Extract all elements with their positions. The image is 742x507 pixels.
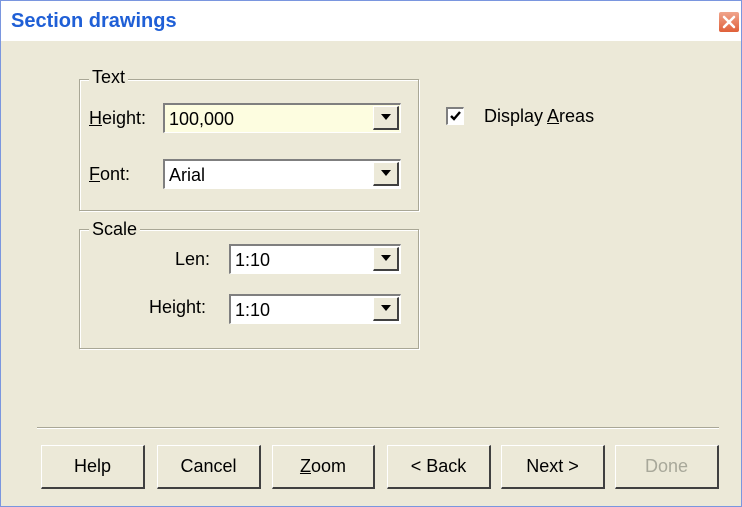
text-height-label-rest: eight: <box>102 108 147 128</box>
done-button[interactable]: Done <box>615 445 719 489</box>
scale-len-dropdown-button[interactable] <box>373 247 399 271</box>
chevron-down-icon <box>381 170 391 176</box>
window-title: Section drawings <box>11 10 177 32</box>
text-group-label: Text <box>89 67 129 87</box>
title-bar[interactable]: Section drawings <box>1 1 741 41</box>
text-height-label: Height: <box>89 107 146 129</box>
font-value[interactable]: Arial <box>169 164 205 186</box>
font-dropdown-button[interactable] <box>373 162 399 186</box>
scale-group-label: Scale <box>89 219 141 239</box>
text-height-value[interactable]: 100,000 <box>169 108 234 130</box>
scale-height-combo[interactable]: 1:10 <box>229 294 401 324</box>
scale-height-dropdown-button[interactable] <box>373 297 399 321</box>
scale-len-label: Len: <box>175 249 211 269</box>
next-button[interactable]: Next > <box>501 445 605 489</box>
scale-height-value[interactable]: 1:10 <box>235 299 270 321</box>
zoom-button[interactable]: Zoom <box>272 445 375 489</box>
scale-height-label: Height: <box>149 297 207 317</box>
zoom-button-mnemonic: Z <box>299 456 311 476</box>
scale-len-value[interactable]: 1:10 <box>235 249 270 271</box>
text-height-dropdown-button[interactable] <box>373 106 399 130</box>
display-areas-checkbox[interactable] <box>446 107 464 125</box>
font-label-mnemonic: F <box>89 164 100 184</box>
dialog-window: Section drawings Text Height: 100,000 Fo… <box>0 0 742 507</box>
display-areas-label-prefix: Display <box>484 106 548 126</box>
close-icon <box>722 15 736 29</box>
chevron-down-icon <box>381 114 391 120</box>
separator-highlight <box>37 428 719 429</box>
text-groupbox <box>79 79 419 211</box>
dialog-body: Text Height: 100,000 Font: Arial Scale L… <box>1 41 741 506</box>
chevron-down-icon <box>381 305 391 311</box>
display-areas-label-rest: reas <box>559 106 595 126</box>
close-button[interactable] <box>718 11 740 33</box>
text-height-label-mnemonic: H <box>89 108 102 128</box>
zoom-button-label-rest: oom <box>310 456 346 476</box>
display-areas-label[interactable]: Display Areas <box>484 105 594 127</box>
check-icon <box>450 111 461 121</box>
back-button[interactable]: < Back <box>387 445 491 489</box>
font-label: Font: <box>89 163 130 185</box>
cancel-button[interactable]: Cancel <box>157 445 261 489</box>
text-height-combo[interactable]: 100,000 <box>163 103 401 133</box>
help-button[interactable]: Help <box>41 445 145 489</box>
chevron-down-icon <box>381 255 391 261</box>
display-areas-label-mnemonic: A <box>547 106 560 126</box>
font-label-rest: ont: <box>100 164 131 184</box>
font-combo[interactable]: Arial <box>163 159 401 189</box>
scale-len-combo[interactable]: 1:10 <box>229 244 401 274</box>
